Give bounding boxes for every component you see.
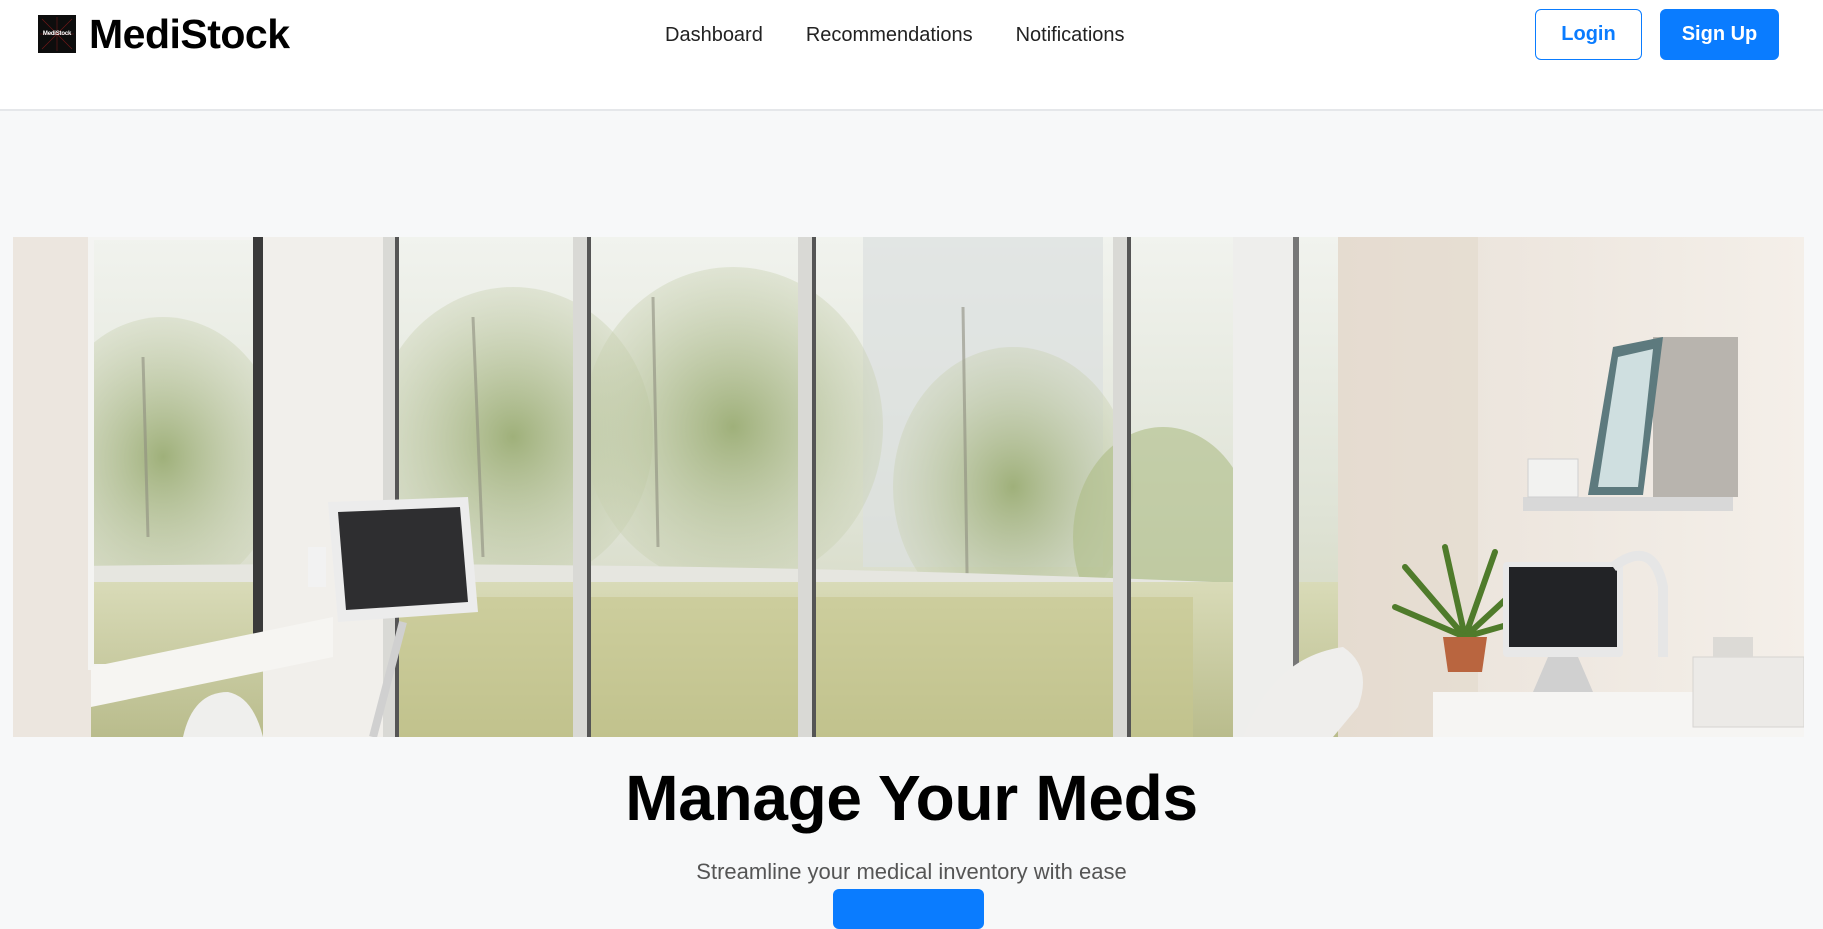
brand-link[interactable]: MediStock MediStock (38, 9, 290, 59)
clinic-office-photo-icon (13, 237, 1804, 737)
signup-button[interactable]: Sign Up (1660, 9, 1779, 60)
logo-text: MediStock (42, 31, 72, 37)
nav-recommendations[interactable]: Recommendations (806, 22, 973, 48)
brand-name: MediStock (89, 11, 290, 57)
nav-notifications[interactable]: Notifications (1016, 22, 1125, 48)
get-started-button[interactable] (833, 889, 984, 929)
hero-image (13, 237, 1804, 737)
hero-subheadline: Streamline your medical inventory with e… (696, 859, 1127, 884)
main-nav: Dashboard Recommendations Notifications (665, 22, 1168, 48)
hero-headline: Manage Your Meds (625, 762, 1198, 834)
medistock-logo-icon: MediStock (38, 15, 76, 53)
login-button[interactable]: Login (1535, 9, 1642, 60)
top-navbar: MediStock MediStock Dashboard Recommenda… (0, 0, 1823, 111)
nav-dashboard[interactable]: Dashboard (665, 22, 763, 48)
